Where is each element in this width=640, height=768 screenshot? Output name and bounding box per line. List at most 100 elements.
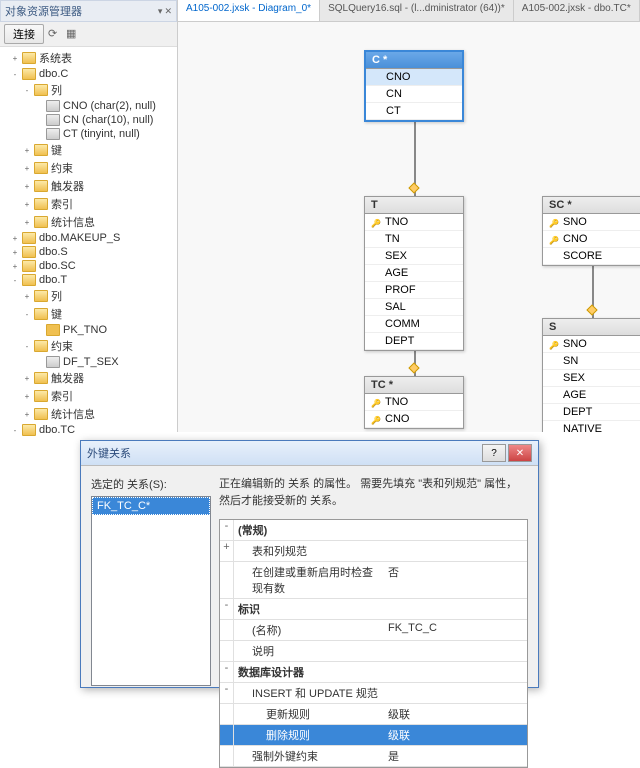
- filter-icon[interactable]: ▦: [66, 27, 80, 41]
- tree-item[interactable]: CT (tinyint, null): [34, 127, 175, 141]
- tree-item[interactable]: +列: [22, 287, 175, 305]
- property-toggle[interactable]: -: [220, 599, 234, 619]
- object-tree[interactable]: +系统表-dbo.C-列CNO (char(2), null)CN (char(…: [0, 47, 177, 439]
- table-TC[interactable]: TC *TNOCNO: [364, 376, 464, 429]
- property-value[interactable]: [384, 662, 527, 682]
- tree-toggle[interactable]: +: [22, 391, 32, 401]
- table-column[interactable]: SAL: [365, 299, 463, 316]
- property-value[interactable]: [384, 599, 527, 619]
- property-toggle[interactable]: [220, 725, 234, 745]
- property-row[interactable]: -数据库设计器: [220, 662, 527, 683]
- dialog-titlebar[interactable]: 外键关系 ? ✕: [81, 441, 538, 466]
- property-toggle[interactable]: [220, 620, 234, 640]
- relation-item[interactable]: FK_TC_C*: [92, 497, 210, 515]
- property-toggle[interactable]: +: [220, 541, 234, 561]
- tree-toggle[interactable]: -: [10, 425, 20, 435]
- property-toggle[interactable]: [220, 746, 234, 766]
- tree-item[interactable]: +dbo.S: [10, 245, 175, 259]
- table-column[interactable]: TNO: [365, 214, 463, 231]
- property-row[interactable]: -INSERT 和 UPDATE 规范: [220, 683, 527, 704]
- tree-item[interactable]: +键: [22, 141, 175, 159]
- table-S[interactable]: SSNOSNSEXAGEDEPTNATIVE: [542, 318, 640, 432]
- property-row[interactable]: 在创建或重新启用时检查现有数否: [220, 562, 527, 599]
- table-column[interactable]: SEX: [543, 370, 640, 387]
- table-column[interactable]: DEPT: [543, 404, 640, 421]
- relations-list[interactable]: FK_TC_C*: [91, 496, 211, 686]
- tree-item[interactable]: +统计信息: [22, 405, 175, 423]
- property-toggle[interactable]: [220, 641, 234, 661]
- table-column[interactable]: CN: [366, 86, 462, 103]
- table-column[interactable]: SNO: [543, 214, 640, 231]
- tree-toggle[interactable]: +: [22, 199, 32, 209]
- tree-toggle[interactable]: [34, 357, 44, 367]
- tree-toggle[interactable]: -: [22, 341, 32, 351]
- table-header[interactable]: S: [543, 319, 640, 336]
- tree-toggle[interactable]: -: [22, 85, 32, 95]
- tree-item[interactable]: CNO (char(2), null): [34, 99, 175, 113]
- tree-toggle[interactable]: +: [22, 409, 32, 419]
- property-value[interactable]: [384, 683, 527, 703]
- table-column[interactable]: CNO: [365, 411, 463, 428]
- property-row[interactable]: (名称)FK_TC_C: [220, 620, 527, 641]
- property-toggle[interactable]: -: [220, 520, 234, 540]
- table-header[interactable]: TC *: [365, 377, 463, 394]
- tree-item[interactable]: -键: [22, 305, 175, 323]
- help-button[interactable]: ?: [482, 444, 506, 462]
- tree-toggle[interactable]: +: [10, 261, 20, 271]
- table-column[interactable]: AGE: [365, 265, 463, 282]
- tree-toggle[interactable]: [34, 115, 44, 125]
- document-tab[interactable]: A105-002.jxsk - Diagram_0*: [178, 0, 320, 21]
- property-row[interactable]: 强制外键约束是: [220, 746, 527, 767]
- table-column[interactable]: AGE: [543, 387, 640, 404]
- document-tab[interactable]: A105-002.jxsk - dbo.TC*: [514, 0, 640, 21]
- tree-toggle[interactable]: [34, 129, 44, 139]
- tree-toggle[interactable]: +: [10, 233, 20, 243]
- tree-item[interactable]: -列: [22, 81, 175, 99]
- table-column[interactable]: SNO: [543, 336, 640, 353]
- tree-item[interactable]: -列: [22, 437, 175, 439]
- property-toggle[interactable]: -: [220, 662, 234, 682]
- tree-item[interactable]: +索引: [22, 195, 175, 213]
- property-toggle[interactable]: [220, 562, 234, 598]
- tree-toggle[interactable]: [34, 101, 44, 111]
- tree-toggle[interactable]: -: [10, 275, 20, 285]
- property-value[interactable]: [384, 641, 527, 661]
- property-row[interactable]: 删除规则级联: [220, 725, 527, 746]
- property-value[interactable]: [384, 541, 527, 561]
- tree-item[interactable]: +系统表: [10, 49, 175, 67]
- table-column[interactable]: SN: [543, 353, 640, 370]
- table-column[interactable]: SEX: [365, 248, 463, 265]
- tree-item[interactable]: -约束: [22, 337, 175, 355]
- table-column[interactable]: DEPT: [365, 333, 463, 350]
- table-T[interactable]: TTNOTNSEXAGEPROFSALCOMMDEPT: [364, 196, 464, 351]
- property-row[interactable]: -(常规): [220, 520, 527, 541]
- property-value[interactable]: 级联: [384, 704, 527, 724]
- property-row[interactable]: +表和列规范: [220, 541, 527, 562]
- document-tab[interactable]: SQLQuery16.sql - (l...dministrator (64))…: [320, 0, 514, 21]
- tree-toggle[interactable]: -: [22, 309, 32, 319]
- tree-toggle[interactable]: +: [10, 247, 20, 257]
- tree-toggle[interactable]: +: [22, 291, 32, 301]
- tree-item[interactable]: +触发器: [22, 369, 175, 387]
- tree-toggle[interactable]: +: [22, 373, 32, 383]
- tree-toggle[interactable]: +: [22, 163, 32, 173]
- table-header[interactable]: C *: [366, 52, 462, 69]
- connect-button[interactable]: 连接: [4, 24, 44, 44]
- tree-item[interactable]: +约束: [22, 159, 175, 177]
- tree-item[interactable]: -dbo.T: [10, 273, 175, 287]
- table-header[interactable]: T: [365, 197, 463, 214]
- property-value[interactable]: 是: [384, 746, 527, 766]
- table-header[interactable]: SC *: [543, 197, 640, 214]
- table-column[interactable]: CNO: [543, 231, 640, 248]
- tree-toggle[interactable]: [34, 325, 44, 335]
- tree-item[interactable]: +触发器: [22, 177, 175, 195]
- table-SC[interactable]: SC *SNOCNOSCORE: [542, 196, 640, 266]
- table-column[interactable]: CNO: [366, 69, 462, 86]
- table-column[interactable]: TN: [365, 231, 463, 248]
- table-column[interactable]: SCORE: [543, 248, 640, 265]
- property-value[interactable]: 级联: [384, 725, 527, 745]
- tree-toggle[interactable]: +: [10, 53, 20, 63]
- diagram-canvas[interactable]: C *CNOCNCTTTNOTNSEXAGEPROFSALCOMMDEPTTC …: [178, 22, 640, 432]
- close-icon[interactable]: ✕: [164, 6, 172, 17]
- table-column[interactable]: NATIVE: [543, 421, 640, 432]
